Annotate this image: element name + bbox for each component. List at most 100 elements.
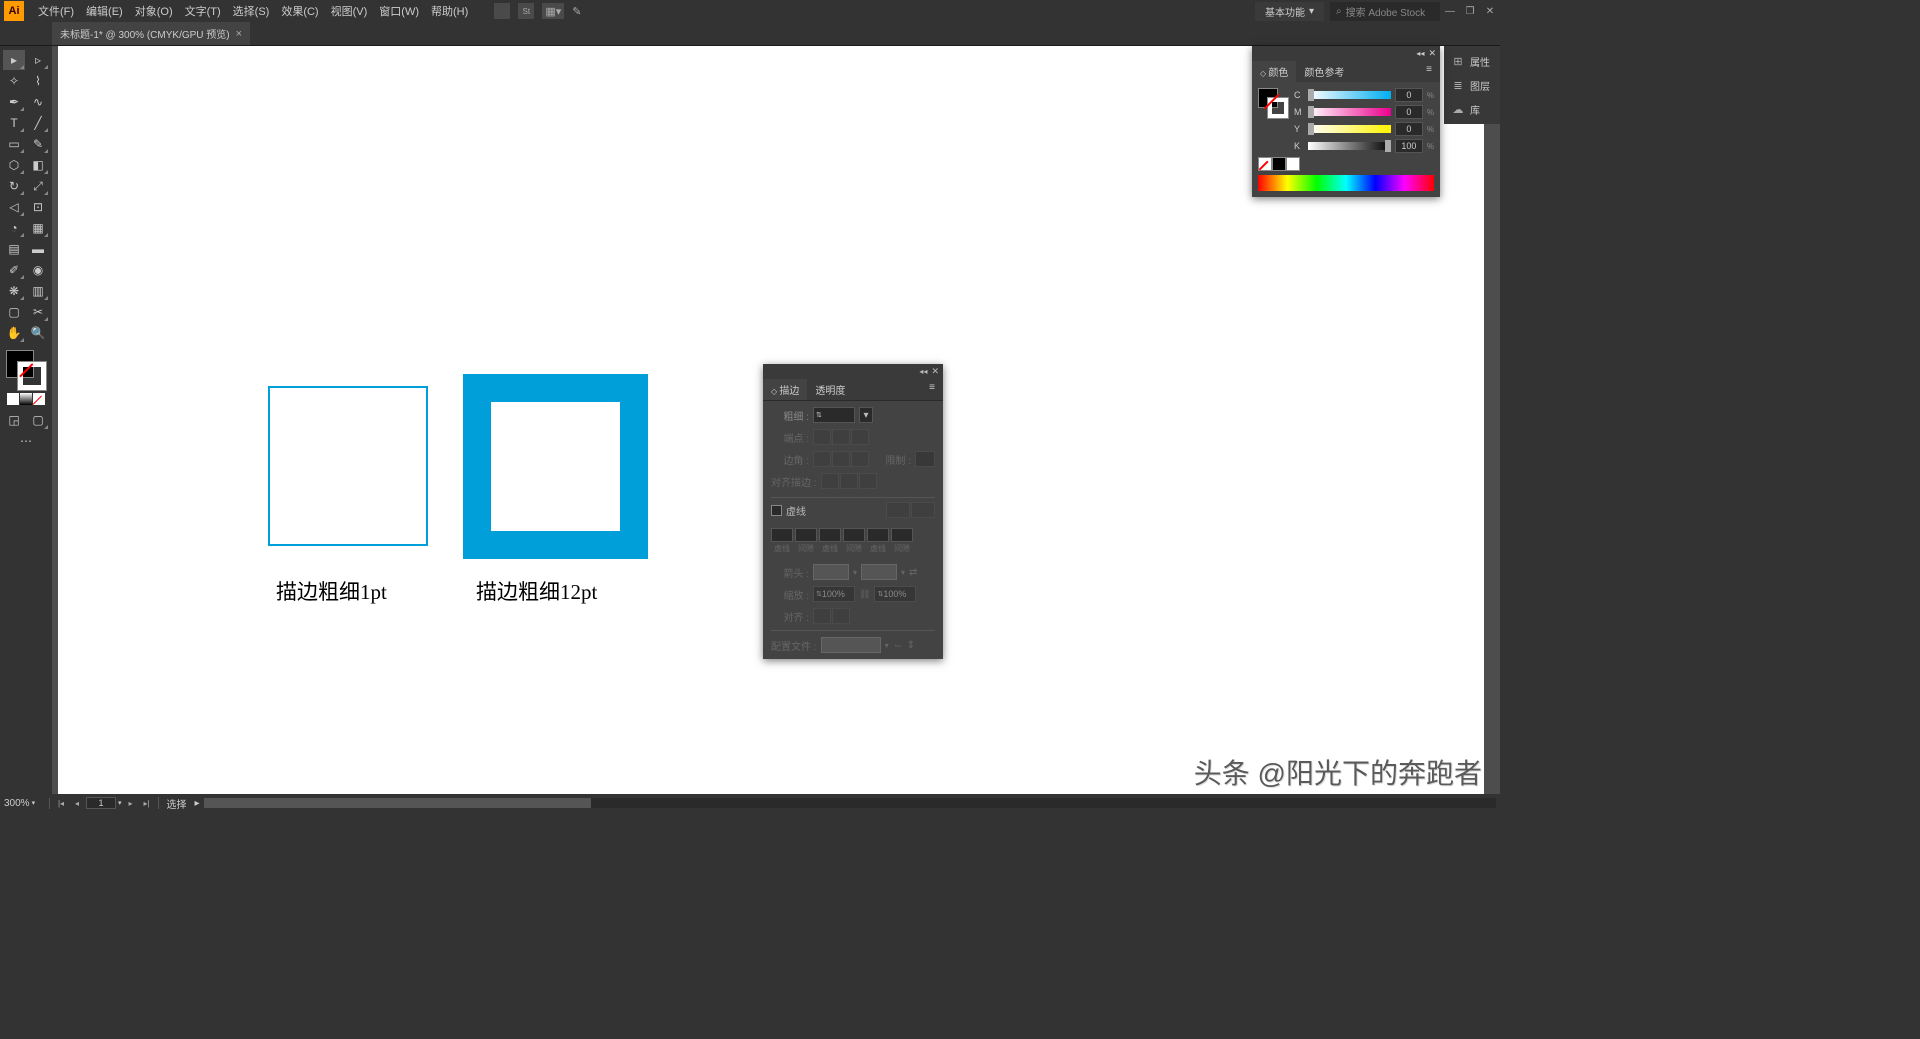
m-slider[interactable] <box>1308 108 1391 116</box>
type-tool[interactable]: T <box>3 113 25 133</box>
shaper-tool[interactable]: ⬡ <box>3 155 25 175</box>
width-tool[interactable]: ◁ <box>3 197 25 217</box>
pen-tool[interactable]: ✒ <box>3 92 25 112</box>
dash-1[interactable] <box>771 528 793 542</box>
align-inside[interactable] <box>840 473 858 489</box>
color-panel-close-icon[interactable]: ✕ <box>1428 48 1436 59</box>
y-value[interactable]: 0 <box>1395 122 1423 136</box>
tab-stroke[interactable]: ◇ 描边 <box>763 379 807 400</box>
panel-collapse-icon[interactable]: ◂◂ <box>919 367 927 376</box>
tab-color[interactable]: ◇ 颜色 <box>1252 61 1296 82</box>
menu-icon-1[interactable] <box>494 3 510 19</box>
stroke-swatch[interactable] <box>18 362 46 390</box>
color-mode-none[interactable] <box>33 393 45 405</box>
gap-1[interactable] <box>795 528 817 542</box>
document-tab[interactable]: 未标题-1* @ 300% (CMYK/GPU 预览) × <box>52 22 250 45</box>
menu-icon-2[interactable]: St <box>518 3 534 19</box>
k-slider[interactable] <box>1308 142 1391 150</box>
menu-file[interactable]: 文件(F) <box>32 3 80 19</box>
align-center[interactable] <box>821 473 839 489</box>
dock-properties[interactable]: ⊞属性 <box>1448 50 1496 72</box>
menu-icon-3[interactable]: ▦▾ <box>542 3 564 19</box>
color-panel-swatches[interactable] <box>1258 88 1288 118</box>
arrow-start[interactable] <box>813 564 849 580</box>
shape-builder-tool[interactable]: ◔ <box>3 218 25 238</box>
dock-libraries[interactable]: ☁库 <box>1448 98 1496 120</box>
nav-next[interactable]: ▸ <box>124 797 138 809</box>
window-close[interactable]: ✕ <box>1480 4 1500 18</box>
tab-opacity[interactable]: 透明度 <box>807 379 853 400</box>
gap-2[interactable] <box>843 528 865 542</box>
profile-select[interactable] <box>821 637 881 653</box>
dashed-checkbox[interactable] <box>771 505 782 516</box>
menu-text[interactable]: 文字(T) <box>179 3 227 19</box>
arrow-end[interactable] <box>861 564 897 580</box>
corner-round[interactable] <box>832 451 850 467</box>
dash-3[interactable] <box>867 528 889 542</box>
m-value[interactable]: 0 <box>1395 105 1423 119</box>
menu-help[interactable]: 帮助(H) <box>425 3 474 19</box>
hand-tool[interactable]: ✋ <box>3 323 25 343</box>
artboard-tool[interactable]: ▢ <box>3 302 25 322</box>
arrow-align-1[interactable] <box>813 608 831 624</box>
color-none[interactable] <box>1258 157 1272 171</box>
scale-start[interactable]: ⇅ 100% <box>813 586 855 602</box>
color-panel-collapse-icon[interactable]: ◂◂ <box>1416 49 1424 58</box>
menu-effect[interactable]: 效果(C) <box>275 3 324 19</box>
horizontal-scrollbar[interactable] <box>204 798 1496 808</box>
zoom-level[interactable]: 300%▾ <box>0 798 50 809</box>
rotate-tool[interactable]: ↻ <box>3 176 25 196</box>
dash-align[interactable] <box>911 502 935 518</box>
workspace-switcher[interactable]: 基本功能▾ <box>1255 2 1324 21</box>
window-minimize[interactable]: — <box>1440 4 1460 18</box>
menu-select[interactable]: 选择(S) <box>227 3 276 19</box>
status-menu-icon[interactable]: ▸ <box>195 798 200 809</box>
cp-stroke-swatch[interactable] <box>1268 98 1288 118</box>
graph-tool[interactable]: ▥ <box>27 281 49 301</box>
rectangle-tool[interactable]: ▭ <box>3 134 25 154</box>
cap-round[interactable] <box>832 429 850 445</box>
slice-tool[interactable]: ✂ <box>27 302 49 322</box>
color-black[interactable] <box>1272 157 1286 171</box>
flip-v-icon[interactable]: ⇕ <box>907 640 915 651</box>
eraser-tool[interactable]: ◧ <box>27 155 49 175</box>
edit-toolbar[interactable]: ⋯ <box>15 431 37 451</box>
c-slider[interactable] <box>1308 91 1391 99</box>
tab-color-guide[interactable]: 颜色参考 <box>1296 61 1352 82</box>
scale-tool[interactable]: ⤢ <box>27 176 49 196</box>
artboard-number[interactable]: 1 <box>86 797 116 809</box>
color-mode-solid[interactable] <box>7 393 19 405</box>
y-slider[interactable] <box>1308 125 1391 133</box>
chevron-down-icon[interactable]: ▾ <box>118 799 122 807</box>
lasso-tool[interactable]: ⌇ <box>27 71 49 91</box>
menu-view[interactable]: 视图(V) <box>325 3 374 19</box>
brush-icon[interactable]: ✎ <box>572 5 581 18</box>
menu-edit[interactable]: 编辑(E) <box>80 3 129 19</box>
gap-3[interactable] <box>891 528 913 542</box>
window-restore[interactable]: ❐ <box>1460 4 1480 18</box>
dock-layers[interactable]: ≣图层 <box>1448 74 1496 96</box>
corner-bevel[interactable] <box>851 451 869 467</box>
limit-input[interactable] <box>915 451 935 467</box>
zoom-tool[interactable]: 🔍 <box>27 323 49 343</box>
swap-arrows-icon[interactable]: ⇄ <box>909 567 917 578</box>
magic-wand-tool[interactable]: ✧ <box>3 71 25 91</box>
scale-end[interactable]: ⇅ 100% <box>874 586 916 602</box>
tab-close-icon[interactable]: × <box>236 28 242 40</box>
eyedropper-tool[interactable]: ✐ <box>3 260 25 280</box>
stroke-weight-input[interactable]: ⇅ <box>813 407 855 423</box>
panel-close-icon[interactable]: ✕ <box>931 366 939 377</box>
corner-miter[interactable] <box>813 451 831 467</box>
cap-projecting[interactable] <box>851 429 869 445</box>
fill-stroke-swatches[interactable] <box>6 350 46 390</box>
screen-mode[interactable]: ▢ <box>27 410 49 430</box>
link-scale-icon[interactable]: ⛓ <box>859 589 870 600</box>
search-input[interactable]: ⌕搜索 Adobe Stock <box>1330 2 1440 21</box>
flip-h-icon[interactable]: ⇔ <box>893 640 903 651</box>
line-tool[interactable]: ╱ <box>27 113 49 133</box>
dash-2[interactable] <box>819 528 841 542</box>
draw-mode[interactable]: ◲ <box>3 410 25 430</box>
mesh-tool[interactable]: ▤ <box>3 239 25 259</box>
symbol-sprayer-tool[interactable]: ❋ <box>3 281 25 301</box>
cap-butt[interactable] <box>813 429 831 445</box>
